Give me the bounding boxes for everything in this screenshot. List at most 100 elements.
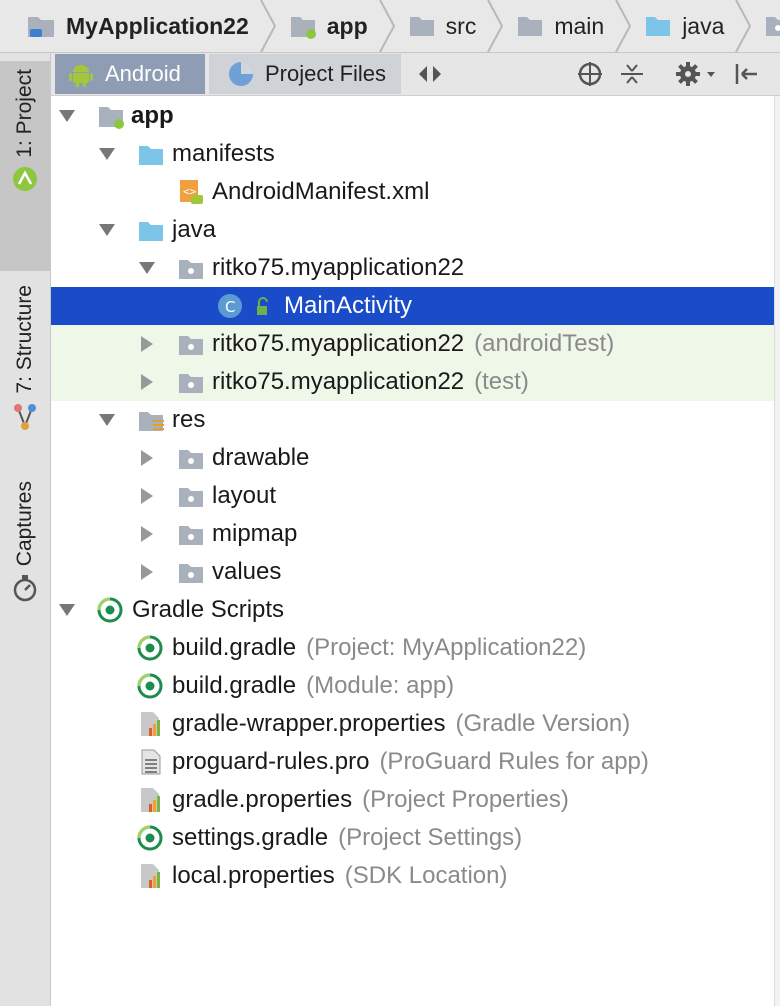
tree-node-main-activity[interactable]: C MainActivity xyxy=(51,287,774,325)
settings-gear-icon[interactable] xyxy=(675,61,719,87)
breadcrumb-src[interactable]: src xyxy=(396,0,505,52)
file-hint: (Module: app) xyxy=(306,672,455,699)
tree-node-settings-gradle[interactable]: settings.gradle (Project Settings) xyxy=(51,819,774,857)
gradle-file-icon xyxy=(137,825,163,851)
structure-icon xyxy=(14,403,36,430)
breadcrumb-project-label: MyApplication22 xyxy=(66,12,249,39)
expand-arrow-icon[interactable] xyxy=(137,363,157,401)
properties-file-icon xyxy=(141,712,160,736)
tree-label-proguard: proguard-rules.pro (ProGuard Rules for a… xyxy=(172,743,649,781)
project-files-view-label: Project Files xyxy=(265,61,387,86)
tree-label-package-main: ritko75.myapplication22 xyxy=(212,254,465,281)
android-view-tab[interactable]: Android xyxy=(55,54,205,94)
folder-icon xyxy=(139,146,163,165)
breadcrumb-java[interactable]: java xyxy=(632,0,752,52)
tree-node-java[interactable]: java xyxy=(51,211,774,249)
folder-icon xyxy=(179,488,203,507)
package-icon xyxy=(179,336,203,355)
hide-panel-icon[interactable] xyxy=(733,61,759,87)
tree-label-local-properties: local.properties (SDK Location) xyxy=(172,857,508,895)
tree-label-java: java xyxy=(172,216,217,243)
module-folder-icon xyxy=(289,13,317,39)
source-set-hint: (androidTest) xyxy=(474,330,615,357)
breadcrumb-package[interactable]: ritko xyxy=(752,0,780,52)
tree-node-package-main[interactable]: ritko75.myapplication22 xyxy=(51,249,774,287)
gradle-icon xyxy=(97,597,123,623)
android-icon xyxy=(69,65,93,87)
breadcrumb-main[interactable]: main xyxy=(504,0,632,52)
tree-label-gradle-properties: gradle.properties (Project Properties) xyxy=(172,781,569,819)
expand-arrow-icon[interactable] xyxy=(137,325,157,363)
tree-label-package-test: ritko75.myapplication22 (test) xyxy=(212,363,529,401)
tree-node-local-properties[interactable]: local.properties (SDK Location) xyxy=(51,857,774,895)
structure-tab-label: 7: Structure xyxy=(13,285,36,394)
tree-node-gradle-properties[interactable]: gradle.properties (Project Properties) xyxy=(51,781,774,819)
tree-label-res: res xyxy=(172,406,206,433)
navigation-breadcrumb: MyApplication22 app src main java ritko xyxy=(0,0,780,53)
expand-arrow-icon[interactable] xyxy=(97,211,117,249)
tree-label-app: app xyxy=(131,102,174,129)
breadcrumb-project[interactable]: MyApplication22 xyxy=(0,0,277,52)
tree-node-build-gradle-module[interactable]: build.gradle (Module: app) xyxy=(51,667,774,705)
expand-arrow-icon[interactable] xyxy=(57,591,77,629)
tree-label-layout: layout xyxy=(212,482,277,509)
folder-icon xyxy=(179,450,203,469)
tree-node-gradle-scripts[interactable]: Gradle Scripts xyxy=(51,591,774,629)
tree-node-package-android-test[interactable]: ritko75.myapplication22 (androidTest) xyxy=(51,325,774,363)
project-toolbar: Android Project Files xyxy=(51,53,780,96)
collapse-all-icon[interactable] xyxy=(619,61,645,87)
file-name: gradle.properties xyxy=(172,786,353,813)
locate-file-icon[interactable] xyxy=(577,61,603,87)
svg-text:C: C xyxy=(225,298,235,316)
tool-window-project-tab[interactable]: 1: Project xyxy=(0,61,50,271)
tree-label-android-manifest: AndroidManifest.xml xyxy=(212,178,430,205)
tree-node-gradle-wrapper[interactable]: gradle-wrapper.properties (Gradle Versio… xyxy=(51,705,774,743)
tree-node-android-manifest[interactable]: <> AndroidManifest.xml xyxy=(51,173,774,211)
folder-icon xyxy=(516,14,544,38)
tree-node-proguard[interactable]: proguard-rules.pro (ProGuard Rules for a… xyxy=(51,743,774,781)
module-folder-icon xyxy=(99,107,124,129)
tree-node-mipmap[interactable]: mipmap xyxy=(51,515,774,553)
tool-window-structure-tab[interactable]: 7: Structure xyxy=(0,285,50,455)
tree-label-mipmap: mipmap xyxy=(212,520,298,547)
expand-arrow-icon[interactable] xyxy=(137,477,157,515)
captures-tab-label: Captures xyxy=(13,481,36,567)
properties-file-icon xyxy=(141,864,160,888)
tree-node-values[interactable]: values xyxy=(51,553,774,591)
tree-node-res[interactable]: res xyxy=(51,401,774,439)
file-name: build.gradle xyxy=(172,672,297,699)
file-name: proguard-rules.pro xyxy=(172,748,370,775)
expand-arrow-icon[interactable] xyxy=(137,439,157,477)
tree-node-layout[interactable]: layout xyxy=(51,477,774,515)
package-icon xyxy=(179,260,203,279)
tool-window-captures-tab[interactable]: Captures xyxy=(0,481,50,631)
tree-label-settings-gradle: settings.gradle (Project Settings) xyxy=(172,819,522,857)
vertical-scrollbar[interactable] xyxy=(774,96,780,1006)
switch-views-icon[interactable] xyxy=(417,61,443,87)
expand-arrow-icon[interactable] xyxy=(57,97,77,135)
expand-arrow-icon[interactable] xyxy=(137,515,157,553)
tree-label-gradle-wrapper: gradle-wrapper.properties (Gradle Versio… xyxy=(172,705,630,743)
file-name: build.gradle xyxy=(172,634,297,661)
expand-arrow-icon[interactable] xyxy=(137,249,157,287)
project-tab-label: 1: Project xyxy=(13,69,36,158)
tree-node-drawable[interactable]: drawable xyxy=(51,439,774,477)
tree-node-app[interactable]: app xyxy=(51,97,774,135)
tree-label-gradle-scripts: Gradle Scripts xyxy=(132,596,285,623)
expand-arrow-icon[interactable] xyxy=(97,135,117,173)
expand-arrow-icon[interactable] xyxy=(97,401,117,439)
tree-node-package-test[interactable]: ritko75.myapplication22 (test) xyxy=(51,363,774,401)
manifest-file-icon: <> xyxy=(180,180,203,204)
breadcrumb-app-label: app xyxy=(326,12,368,39)
expand-arrow-icon[interactable] xyxy=(137,553,157,591)
unlocked-icon xyxy=(257,297,268,315)
tree-node-build-gradle-project[interactable]: build.gradle (Project: MyApplication22) xyxy=(51,629,774,667)
file-hint: (Project: MyApplication22) xyxy=(306,634,587,661)
breadcrumb-app[interactable]: app xyxy=(277,0,396,52)
folder-icon xyxy=(179,564,203,583)
project-files-view-tab[interactable]: Project Files xyxy=(209,54,401,94)
tree-label-package-android-test: ritko75.myapplication22 (androidTest) xyxy=(212,325,614,363)
tree-label-build-gradle-module: build.gradle (Module: app) xyxy=(172,667,454,705)
tree-label-values: values xyxy=(212,558,282,585)
tree-node-manifests[interactable]: manifests xyxy=(51,135,774,173)
